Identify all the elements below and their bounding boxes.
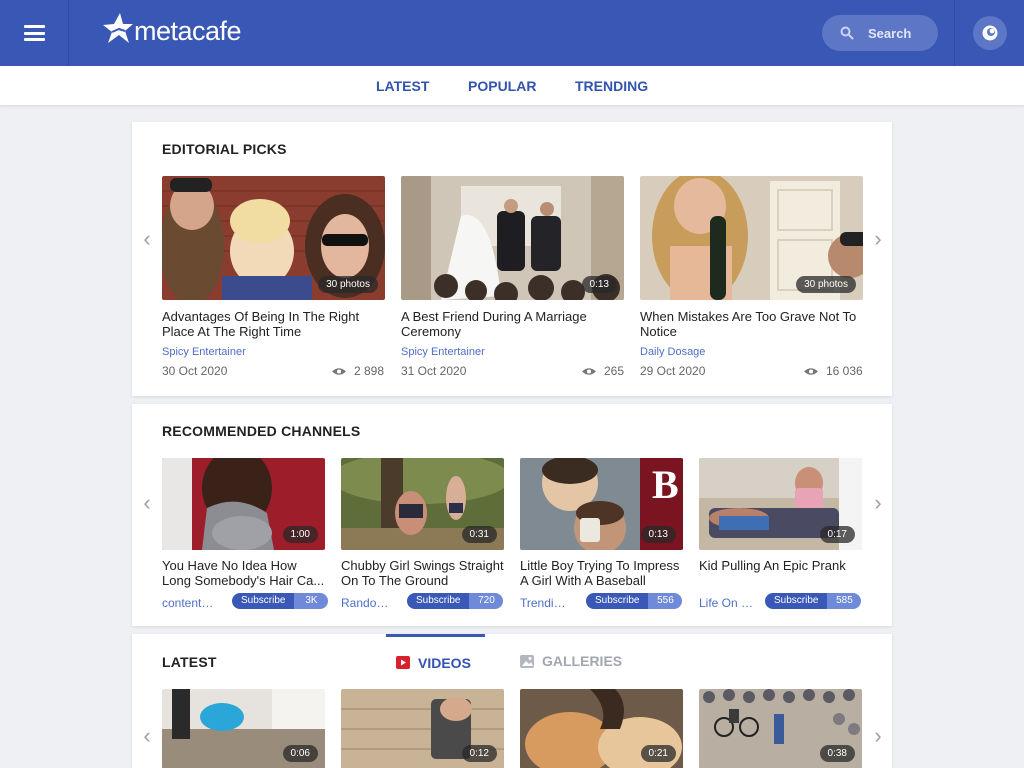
video-thumbnail[interactable]: 30 photos	[162, 176, 385, 300]
video-title[interactable]: Chubby Girl Swings Straight On To The Gr…	[341, 558, 507, 588]
video-thumbnail[interactable]: 0:21	[520, 689, 683, 768]
video-thumbnail[interactable]: B 0:13	[520, 458, 683, 550]
view-count: 2 898	[332, 364, 384, 378]
video-thumbnail[interactable]: 1:00	[162, 458, 325, 550]
duration-badge: 0:21	[640, 745, 676, 762]
editorial-picks-section: EDITORIAL PICKS ‹ › 30 photos Advantages…	[132, 122, 892, 396]
video-icon	[396, 656, 410, 669]
channel-link[interactable]: Spicy Entertainer	[162, 346, 246, 358]
subscribe-button[interactable]: Subscribe 556	[586, 593, 683, 609]
video-title[interactable]: Little Boy Trying To Impress A Girl With…	[520, 558, 686, 588]
nav-latest[interactable]: LATEST	[376, 78, 429, 94]
menu-button[interactable]	[0, 0, 69, 66]
section-title: RECOMMENDED CHANNELS	[162, 423, 361, 439]
subscribe-label: Subscribe	[232, 593, 295, 609]
video-thumbnail[interactable]: 0:06	[162, 689, 325, 768]
eye-icon	[332, 367, 346, 375]
section-title: LATEST	[162, 654, 217, 670]
video-thumbnail[interactable]: 0:38	[699, 689, 862, 768]
eye-icon	[804, 367, 818, 375]
video-title[interactable]: Kid Pulling An Epic Prank	[699, 558, 862, 588]
prev-arrow-icon[interactable]: ‹	[139, 725, 155, 747]
search-icon	[840, 26, 854, 40]
main-nav: LATEST POPULAR TRENDING	[0, 66, 1024, 106]
nav-popular[interactable]: POPULAR	[468, 78, 536, 94]
subscriber-count: 3K	[294, 593, 329, 609]
prev-arrow-icon[interactable]: ‹	[139, 492, 155, 514]
media-badge: 30 photos	[796, 276, 856, 293]
tab-galleries[interactable]: GALLERIES	[520, 634, 640, 688]
duration-badge: 0:13	[581, 276, 617, 293]
next-arrow-icon[interactable]: ›	[870, 492, 886, 514]
gallery-icon	[520, 654, 534, 668]
publish-date: 29 Oct 2020	[640, 364, 706, 378]
recommended-channels-section: RECOMMENDED CHANNELS ‹ › 1:00 You Have N…	[132, 404, 892, 626]
tab-videos[interactable]: VIDEOS	[386, 634, 485, 688]
eye-icon	[582, 367, 596, 375]
channel-link[interactable]: Rando…	[341, 596, 393, 610]
view-count-value: 2 898	[354, 364, 385, 378]
video-thumbnail[interactable]: 0:13	[401, 176, 624, 300]
top-header: metacafe Search	[0, 0, 1024, 66]
view-count: 16 036	[804, 364, 863, 378]
latest-section: LATEST VIDEOS GALLERIES ‹ › 0:06 0:12 0:…	[132, 634, 892, 768]
subscribe-button[interactable]: Subscribe 585	[765, 593, 862, 609]
svg-text:B: B	[652, 462, 679, 507]
subscriber-count: 720	[469, 593, 504, 609]
duration-badge: 0:17	[819, 526, 855, 543]
publish-date: 31 Oct 2020	[401, 364, 467, 378]
duration-badge: 1:00	[282, 526, 318, 543]
view-count-value: 16 036	[826, 364, 863, 378]
duration-badge: 0:06	[282, 745, 318, 762]
video-thumbnail[interactable]: 30 photos	[640, 176, 863, 300]
video-title[interactable]: A Best Friend During A Marriage Ceremony	[401, 309, 624, 339]
channel-link[interactable]: content…	[162, 596, 220, 610]
duration-badge: 0:12	[461, 745, 497, 762]
subscribe-label: Subscribe	[765, 593, 828, 609]
video-thumbnail[interactable]: 0:31	[341, 458, 504, 550]
duration-badge: 0:13	[640, 526, 676, 543]
prev-arrow-icon[interactable]: ‹	[139, 228, 155, 250]
metacafe-logo[interactable]: metacafe	[102, 12, 242, 46]
logo-star-icon	[103, 13, 133, 43]
next-arrow-icon[interactable]: ›	[870, 228, 886, 250]
video-thumbnail[interactable]: 0:17	[699, 458, 862, 550]
tab-label: GALLERIES	[542, 653, 623, 669]
user-area	[954, 0, 1024, 66]
subscriber-count: 585	[827, 593, 862, 609]
channel-link[interactable]: Spicy Entertainer	[401, 346, 485, 358]
next-arrow-icon[interactable]: ›	[870, 725, 886, 747]
section-title: EDITORIAL PICKS	[162, 141, 287, 157]
view-count: 265	[582, 364, 624, 378]
video-title[interactable]: Advantages Of Being In The Right Place A…	[162, 309, 385, 339]
media-badge: 30 photos	[318, 276, 378, 293]
nav-trending[interactable]: TRENDING	[575, 78, 648, 94]
subscribe-label: Subscribe	[407, 593, 470, 609]
logo-text: metacafe	[134, 15, 242, 46]
video-title[interactable]: When Mistakes Are Too Grave Not To Notic…	[640, 309, 863, 339]
subscribe-button[interactable]: Subscribe 720	[407, 593, 504, 609]
view-count-value: 265	[604, 364, 625, 378]
channel-link[interactable]: Trendin…	[520, 596, 572, 610]
subscribe-button[interactable]: Subscribe 3K	[232, 593, 329, 609]
subscribe-label: Subscribe	[586, 593, 649, 609]
video-title[interactable]: You Have No Idea How Long Somebody's Hai…	[162, 558, 325, 588]
channel-link[interactable]: Daily Dosage	[640, 346, 705, 358]
duration-badge: 0:38	[819, 745, 855, 762]
subscriber-count: 556	[648, 593, 683, 609]
duration-badge: 0:31	[461, 526, 497, 543]
publish-date: 30 Oct 2020	[162, 364, 228, 378]
video-thumbnail[interactable]: 0:12	[341, 689, 504, 768]
search-placeholder: Search	[868, 25, 912, 41]
user-icon	[982, 25, 997, 41]
channel-link[interactable]: Life On …	[699, 596, 755, 610]
search-box[interactable]: Search	[822, 15, 938, 51]
tab-label: VIDEOS	[418, 654, 471, 671]
user-button[interactable]	[972, 16, 1007, 50]
hamburger-icon	[23, 25, 45, 41]
